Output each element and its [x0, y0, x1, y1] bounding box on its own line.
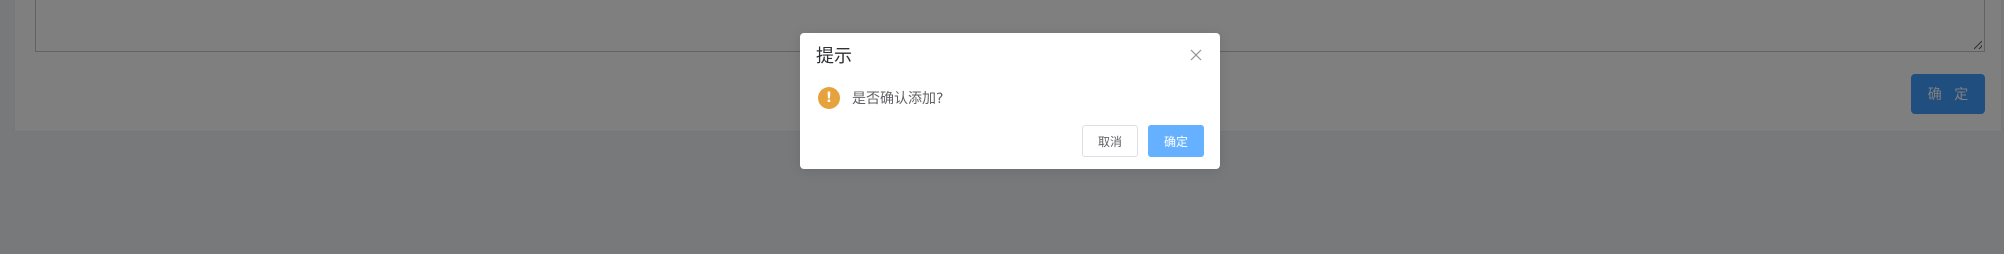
cancel-button[interactable]: 取消 [1082, 125, 1138, 157]
dialog-content: ! 是否确认添加? [818, 87, 943, 109]
ok-button[interactable]: 确定 [1148, 125, 1204, 157]
dialog-message: 是否确认添加? [852, 91, 944, 107]
close-icon[interactable] [1188, 47, 1204, 63]
warning-icon: ! [818, 87, 840, 109]
dialog-title: 提示 [816, 46, 852, 67]
confirm-dialog: 提示 ! 是否确认添加? 取消 确定 [800, 33, 1220, 169]
